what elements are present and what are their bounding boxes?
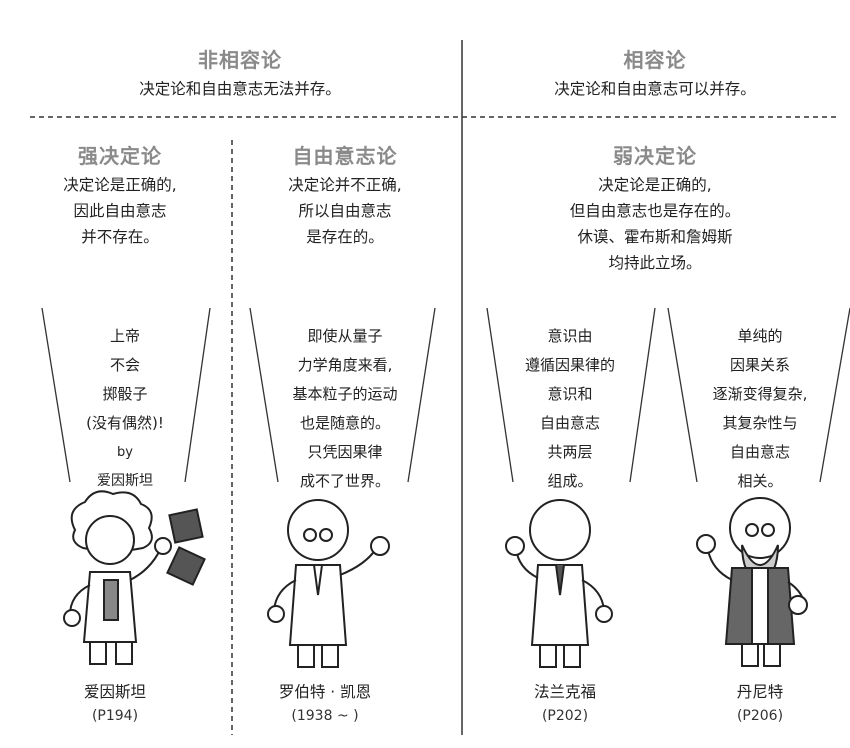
compatibilism-subtitle: 决定论和自由意志可以并存。 (554, 80, 756, 98)
quote-line: 意识由 (547, 327, 593, 345)
einstein-figure (63, 490, 206, 665)
quote-line: 掷骰子 (102, 385, 148, 403)
quote-line: 共两层 (547, 443, 593, 461)
text-line: 但自由意志也是存在的。 (569, 202, 741, 220)
quote-line: 力学角度来看, (297, 356, 393, 374)
compatibilism-title: 相容论 (623, 48, 687, 72)
quote-line: 爱因斯坦 (97, 473, 153, 489)
quote-line: 基本粒子的运动 (292, 385, 398, 403)
dennett-name: 丹尼特 (736, 683, 784, 701)
kane-ref: (1938 ~ ) (291, 708, 359, 724)
soft-determinism-text: 决定论是正确的, 但自由意志也是存在的。 休谟、霍布斯和詹姆斯 均持此立场。 (470, 172, 840, 276)
quote-line: 自由意志 (539, 414, 600, 432)
libertarianism-text: 决定论并不正确, 所以自由意志 是存在的。 (240, 172, 450, 250)
quote-line: 成不了世界。 (299, 472, 390, 490)
quote-line: 自由意志 (729, 443, 790, 461)
frankfurt-name: 法兰克福 (533, 683, 596, 701)
incompatibilism-subtitle: 决定论和自由意志无法并存。 (139, 80, 341, 98)
text-line: 决定论是正确的, (598, 176, 712, 194)
quote-line: 即使从量子 (307, 327, 383, 345)
text-line: 休谟、霍布斯和詹姆斯 (577, 228, 733, 246)
dennett-quote: 单纯的 因果关系 逐渐变得复杂, 其复杂性与 自由意志 相关。 (680, 322, 840, 496)
frankfurt-ref: (P202) (541, 708, 589, 724)
quote-line: 逐渐变得复杂, (712, 385, 808, 403)
quote-line: 组成。 (547, 472, 593, 490)
kane-figure (267, 499, 390, 668)
quote-line: 意识和 (547, 385, 593, 403)
text-line: 所以自由意志 (298, 202, 392, 220)
text-line: 因此自由意志 (73, 202, 167, 220)
quote-line: 也是随意的。 (299, 414, 390, 432)
quote-line: 只凭因果律 (307, 443, 383, 461)
quote-line: 因果关系 (729, 356, 790, 374)
quote-line: 不会 (109, 356, 140, 374)
dennett-figure (696, 497, 808, 667)
quote-line: (没有偶然)! (86, 414, 164, 432)
dennett-ref: (P206) (736, 708, 784, 724)
incompatibilism-title: 非相容论 (198, 48, 282, 72)
text-line: 并不存在。 (81, 228, 159, 246)
text-line: 均持此立场。 (608, 254, 702, 272)
libertarianism-title: 自由意志论 (292, 144, 398, 168)
soft-determinism-title: 弱决定论 (613, 144, 697, 168)
einstein-quote: 上帝 不会 掷骰子 (没有偶然)! by 爱因斯坦 (50, 322, 200, 496)
frankfurt-figure (505, 499, 613, 668)
quote-line: 遵循因果律的 (524, 356, 615, 374)
text-line: 决定论是正确的, (63, 176, 177, 194)
frankfurt-quote: 意识由 遵循因果律的 意识和 自由意志 共两层 组成。 (495, 322, 645, 496)
quote-line: 单纯的 (737, 327, 783, 345)
quote-line: 其复杂性与 (722, 414, 798, 432)
einstein-name: 爱因斯坦 (83, 683, 146, 701)
einstein-ref: (P194) (91, 708, 139, 724)
quote-line: 上帝 (109, 327, 140, 345)
text-line: 是存在的。 (306, 228, 384, 246)
quote-line: by (117, 445, 133, 460)
hard-determinism-title: 强决定论 (78, 144, 162, 168)
quote-line: 相关。 (737, 472, 783, 490)
hard-determinism-text: 决定论是正确的, 因此自由意志 并不存在。 (20, 172, 220, 250)
text-line: 决定论并不正确, (288, 176, 402, 194)
kane-quote: 即使从量子 力学角度来看, 基本粒子的运动 也是随意的。 只凭因果律 成不了世界… (265, 322, 425, 496)
kane-name: 罗伯特 · 凯恩 (278, 683, 372, 701)
